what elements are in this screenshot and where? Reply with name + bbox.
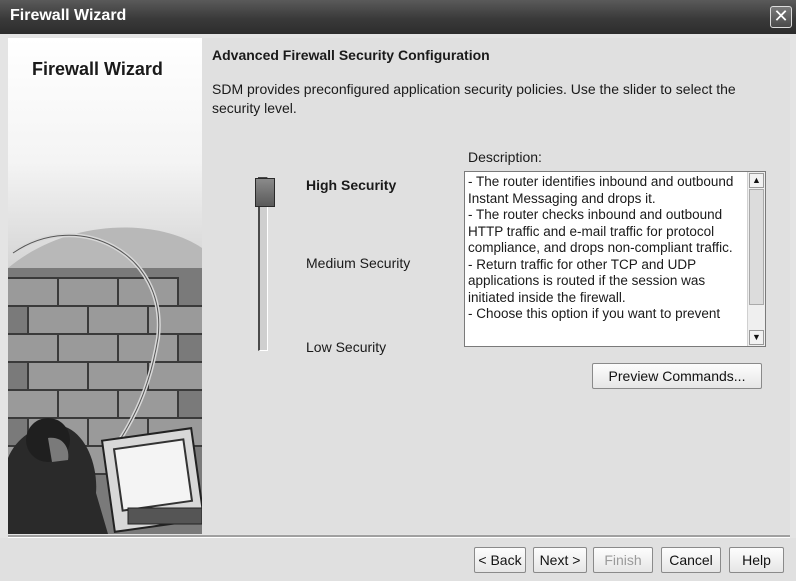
person-at-computer-illustration: [8, 227, 202, 534]
content-panel: Advanced Firewall Security Configuration…: [202, 38, 790, 534]
description-textarea[interactable]: - The router identifies inbound and outb…: [464, 171, 766, 347]
next-button[interactable]: Next >: [533, 547, 587, 573]
security-level-slider-thumb[interactable]: [255, 178, 275, 207]
wizard-footer: < Back Next > Finish Cancel Help: [0, 538, 796, 581]
firewall-wizard-window: Firewall Wizard ✕ Firewall Wizard Advanc…: [0, 0, 796, 581]
description-scrollbar[interactable]: ▲ ▼: [747, 172, 765, 346]
intro-text: SDM provides preconfigured application s…: [212, 81, 736, 116]
description-label: Description:: [468, 149, 542, 165]
finish-button[interactable]: Finish: [593, 547, 653, 573]
title-bar: Firewall Wizard ✕: [0, 0, 796, 34]
close-icon[interactable]: ✕: [770, 6, 792, 28]
preview-commands-button[interactable]: Preview Commands...: [592, 363, 762, 389]
description-text: - The router identifies inbound and outb…: [468, 174, 734, 321]
sidebar-title: Firewall Wizard: [32, 59, 163, 79]
back-button[interactable]: < Back: [474, 547, 526, 573]
page-heading: Advanced Firewall Security Configuration: [212, 47, 490, 63]
help-button[interactable]: Help: [729, 547, 784, 573]
low-security-label[interactable]: Low Security: [306, 339, 386, 355]
scrollbar-thumb[interactable]: [749, 189, 764, 305]
high-security-label[interactable]: High Security: [306, 177, 396, 193]
scroll-up-arrow-icon[interactable]: ▲: [749, 173, 764, 188]
scroll-down-arrow-icon[interactable]: ▼: [749, 330, 764, 345]
medium-security-label[interactable]: Medium Security: [306, 255, 410, 271]
window-title: Firewall Wizard: [10, 7, 127, 24]
sidebar-illustration-panel: Firewall Wizard: [8, 38, 202, 534]
cancel-button[interactable]: Cancel: [661, 547, 721, 573]
